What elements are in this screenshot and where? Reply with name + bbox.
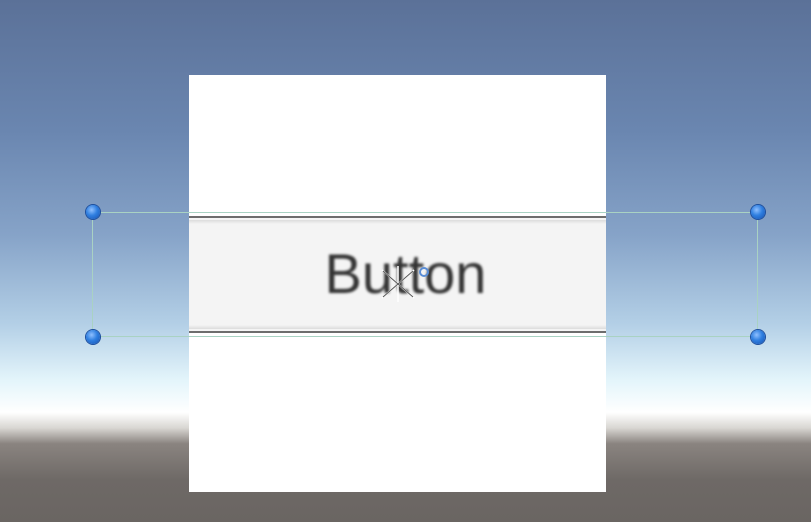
resize-handle-bottom-right[interactable] xyxy=(751,330,765,344)
anchor-flower-icon[interactable] xyxy=(378,264,418,304)
pivot-circle-icon[interactable] xyxy=(419,267,429,277)
scene-view[interactable]: Button xyxy=(0,0,811,522)
resize-handle-top-left[interactable] xyxy=(86,205,100,219)
resize-handle-top-right[interactable] xyxy=(751,205,765,219)
resize-handle-bottom-left[interactable] xyxy=(86,330,100,344)
